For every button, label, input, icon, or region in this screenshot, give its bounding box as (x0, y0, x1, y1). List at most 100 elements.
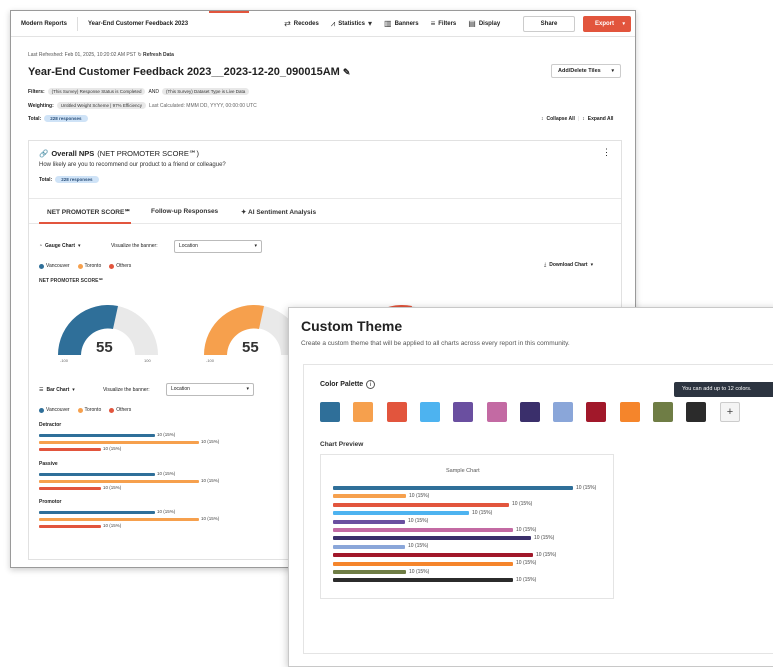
total-row: Total: 228 responses (28, 115, 88, 122)
filter-chip[interactable]: (This Survey) Response Status is Complet… (47, 88, 146, 95)
total-label: Total: (28, 115, 42, 122)
banners-icon: ▥ (384, 19, 392, 28)
group-label-passive: Passive (39, 461, 58, 467)
last-refreshed: Last Refreshed: Feb 01, 2025, 10:20:02 A… (28, 52, 174, 58)
display-icon: ▤ (468, 19, 476, 28)
last-calculated: Last Calculated: MMM DD, YYYY, 00:00:00 … (149, 102, 257, 109)
chevron-down-icon: ▾ (611, 68, 614, 74)
preview-bar (333, 494, 406, 499)
sample-chart-title: Sample Chart (446, 468, 480, 474)
color-swatch[interactable] (653, 402, 673, 422)
collapse-all-button[interactable]: Collapse All (547, 116, 575, 122)
color-swatch[interactable] (386, 402, 407, 422)
card-title-text: Overall NPS (51, 149, 95, 158)
edit-icon[interactable]: ✎ (343, 67, 351, 77)
chevron-down-icon: ▾ (622, 21, 625, 27)
color-swatch[interactable] (419, 402, 440, 422)
preview-bar-label: 10 (15%) (536, 551, 557, 558)
tab-ai-sentiment[interactable]: ✦ AI Sentiment Analysis (241, 208, 316, 216)
filters-button[interactable]: ≡ Filters (425, 19, 463, 28)
location-select-2[interactable]: Location ▾ (166, 383, 254, 396)
gauge-min: -100 (60, 358, 69, 363)
color-swatch[interactable] (619, 402, 640, 422)
chevron-down-icon: ▾ (367, 19, 372, 28)
color-swatch[interactable] (353, 402, 374, 422)
preview-bar (333, 553, 533, 558)
tab-follow-up[interactable]: Follow-up Responses (151, 208, 218, 215)
preview-bar (333, 528, 513, 532)
bar-chart-icon: ☰ (39, 387, 44, 393)
statistics-button[interactable]: ⩘ Statistics ▾ (325, 19, 378, 29)
bar-label: 10 (15%) (201, 478, 220, 483)
gauge-legend: Vancouver Toronto Others (39, 263, 131, 269)
preview-bar-label: 10 (15%) (472, 509, 493, 516)
weighting-row: Weighting: Untitled Weight Scheme | 97% … (28, 102, 257, 109)
bar-label: 10 (15%) (201, 439, 220, 444)
color-swatch[interactable] (453, 402, 474, 422)
filter-chip[interactable]: (This Survey) Dataset Type is Live Data (162, 88, 250, 95)
color-swatch[interactable] (686, 402, 707, 422)
nps-heading: NET PROMOTER SCORE℠ (39, 278, 104, 284)
color-swatch[interactable] (486, 402, 507, 422)
color-swatch[interactable] (519, 402, 540, 422)
preview-bar-label: 10 (15%) (576, 484, 597, 491)
location-select[interactable]: Location ▾ (174, 240, 262, 253)
legend-item: Others (109, 407, 131, 413)
info-icon[interactable]: i (366, 380, 376, 389)
display-button[interactable]: ▤ Display (462, 19, 506, 28)
display-label: Display (478, 20, 501, 27)
download-chart-label: Download Chart (549, 262, 588, 268)
bar-label: 10 (15%) (157, 471, 176, 476)
preview-bar (333, 536, 531, 541)
bar-chart-select[interactable]: ☰ Bar Chart ▾ (39, 387, 75, 393)
statistics-icon: ⩘ (330, 18, 336, 28)
download-chart-button[interactable]: ⤓ Download Chart ▾ (544, 262, 593, 268)
export-button[interactable]: Export ▾ (583, 16, 631, 32)
color-swatch[interactable] (553, 402, 574, 422)
card-title: 🔗 Overall NPS (NET PROMOTER SCORE℠) (39, 149, 199, 158)
color-swatch[interactable] (320, 402, 340, 422)
bar-label: 10 (15%) (103, 485, 122, 490)
question-text: How likely are you to recommend our prod… (39, 162, 226, 168)
report-name-tab[interactable]: Year-End Customer Feedback 2023 (78, 21, 198, 27)
gauge-chart-select[interactable]: ◔ Gauge Chart ▾ (39, 243, 81, 249)
preview-bar-label: 10 (15%) (512, 501, 533, 508)
gauge-min: -100 (206, 358, 215, 363)
preview-bar (333, 502, 509, 507)
legend-item: Vancouver (39, 407, 70, 413)
active-tab-indicator (209, 11, 249, 13)
color-swatch[interactable] (586, 402, 607, 422)
collapse-icon: ↕ (541, 116, 544, 122)
refresh-data-link[interactable]: Refresh Data (143, 52, 174, 58)
theme-settings-box: Color Palette i You can add up to 12 col… (303, 364, 773, 654)
bar-label: 10 (15%) (201, 516, 220, 521)
bar-vancouver (39, 511, 155, 514)
export-label: Export (595, 21, 615, 27)
card-total-badge: 228 responses (55, 176, 99, 183)
card-tabs: NET PROMOTER SCORE℠ Follow-up Responses … (29, 198, 621, 224)
gauge-chart-label: Gauge Chart (45, 243, 76, 249)
modern-reports-link[interactable]: Modern Reports (11, 21, 77, 27)
add-delete-tiles-button[interactable]: Add/Delete Tiles ▾ (551, 64, 621, 78)
tab-nps[interactable]: NET PROMOTER SCORE℠ (47, 208, 131, 216)
bar-toronto (39, 441, 199, 444)
gauge-value: 55 (242, 339, 259, 356)
bar-label: 10 (15%) (157, 509, 176, 514)
group-label-detractor: Detractor (39, 422, 62, 428)
weighting-chip[interactable]: Untitled Weight Scheme | 97% Efficiency (56, 102, 147, 109)
page-title: Year-End Customer Feedback 2023__2023-12… (28, 66, 351, 78)
legend-item: Toronto (77, 263, 101, 269)
expand-all-button[interactable]: Expand All (588, 116, 614, 122)
filter-icon: ≡ (430, 19, 436, 28)
add-color-button[interactable]: + (720, 402, 740, 422)
statistics-label: Statistics (338, 20, 365, 27)
gauge-max: 100 (144, 358, 151, 363)
bar-toronto (39, 480, 199, 483)
bar-chart-label: Bar Chart (46, 387, 70, 393)
sample-chart: Sample Chart 10 (15%) 10 (15%) 10 (15%) 10 … (320, 454, 614, 599)
share-button[interactable]: Share (523, 16, 575, 32)
banners-button[interactable]: ▥ Banners (378, 19, 425, 28)
recodes-button[interactable]: ⇄ Recodes (278, 19, 325, 28)
kebab-menu-icon[interactable]: ⋮ (602, 147, 611, 158)
bar-toronto (39, 518, 199, 521)
